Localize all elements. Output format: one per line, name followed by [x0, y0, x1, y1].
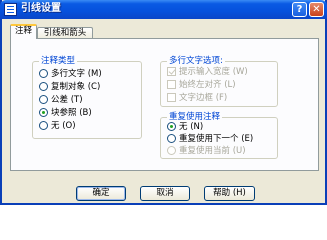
radio-none-label: 无 (O) — [51, 121, 76, 131]
checkbox-frame-text-label: 文字边框 (F) — [179, 93, 228, 103]
checkbox-frame-text[interactable]: 文字边框 (F) — [167, 93, 227, 104]
help-button[interactable]: 帮助 (H) — [204, 186, 255, 201]
checkbox-prompt-width-box[interactable] — [167, 67, 176, 76]
checkbox-always-left-justify[interactable]: 始终左对齐 (L) — [167, 80, 236, 91]
reuse-annotation-label: 重复使用注释 — [167, 112, 223, 122]
radio-mtext-indicator[interactable] — [39, 69, 48, 78]
tab-panel-annotation: 注释类型 多行文字 (M) 复制对象 (C) 公差 (T) 块参照 (B) 无 … — [10, 38, 319, 171]
radio-block-reference-label: 块参照 (B) — [51, 108, 92, 118]
dialog-app-icon — [4, 3, 17, 16]
radio-reuse-current[interactable]: 重复使用当前 (U) — [167, 146, 246, 157]
radio-reuse-none[interactable]: 无 (N) — [167, 122, 203, 133]
radio-none-indicator[interactable] — [39, 121, 48, 130]
reuse-annotation-group: 重复使用注释 无 (N) 重复使用下一个 (E) 重复使用当前 (U) — [160, 112, 278, 159]
radio-block-reference-indicator[interactable] — [39, 108, 48, 117]
radio-tolerance[interactable]: 公差 (T) — [39, 95, 83, 106]
radio-reuse-none-indicator[interactable] — [167, 122, 176, 131]
annotation-type-group: 注释类型 多行文字 (M) 复制对象 (C) 公差 (T) 块参照 (B) 无 … — [32, 56, 142, 139]
radio-mtext-label: 多行文字 (M) — [51, 69, 102, 79]
cancel-button[interactable]: 取消 — [140, 186, 190, 201]
radio-none[interactable]: 无 (O) — [39, 121, 76, 132]
checkbox-frame-text-box[interactable] — [167, 93, 176, 102]
mtext-options-group: 多行文字选项: 提示输入宽度 (W) 始终左对齐 (L) 文字边框 (F) — [160, 56, 278, 107]
ok-button[interactable]: 确定 — [76, 186, 126, 201]
radio-reuse-next-label: 重复使用下一个 (E) — [179, 134, 254, 144]
mtext-options-label: 多行文字选项: — [167, 56, 225, 66]
window-title: 引线设置 — [21, 3, 61, 14]
checkbox-prompt-width[interactable]: 提示输入宽度 (W) — [167, 67, 248, 78]
radio-copy-object-indicator[interactable] — [39, 82, 48, 91]
radio-reuse-none-label: 无 (N) — [179, 122, 204, 132]
radio-reuse-next-indicator[interactable] — [167, 134, 176, 143]
checkbox-always-left-justify-box[interactable] — [167, 80, 176, 89]
radio-reuse-current-indicator[interactable] — [167, 146, 176, 155]
radio-reuse-next[interactable]: 重复使用下一个 (E) — [167, 134, 253, 145]
title-bar[interactable]: 引线设置 ? ✕ — [0, 0, 327, 19]
close-button[interactable]: ✕ — [309, 2, 324, 17]
radio-copy-object-label: 复制对象 (C) — [51, 82, 101, 92]
annotation-type-label: 注释类型 — [39, 56, 78, 66]
title-help-button[interactable]: ? — [292, 2, 307, 17]
radio-copy-object[interactable]: 复制对象 (C) — [39, 82, 100, 93]
tab-annotation[interactable]: 注释 — [10, 24, 37, 39]
radio-reuse-current-label: 重复使用当前 (U) — [179, 146, 246, 156]
radio-block-reference[interactable]: 块参照 (B) — [39, 108, 92, 119]
radio-tolerance-indicator[interactable] — [39, 95, 48, 104]
checkbox-always-left-justify-label: 始终左对齐 (L) — [179, 80, 236, 90]
radio-tolerance-label: 公差 (T) — [51, 95, 83, 105]
leader-settings-dialog: 引线设置 ? ✕ 注释 引线和箭头 注释类型 多行文字 (M) 复制对象 (C)… — [0, 0, 327, 205]
radio-mtext[interactable]: 多行文字 (M) — [39, 69, 102, 80]
checkbox-prompt-width-label: 提示输入宽度 (W) — [179, 67, 248, 77]
